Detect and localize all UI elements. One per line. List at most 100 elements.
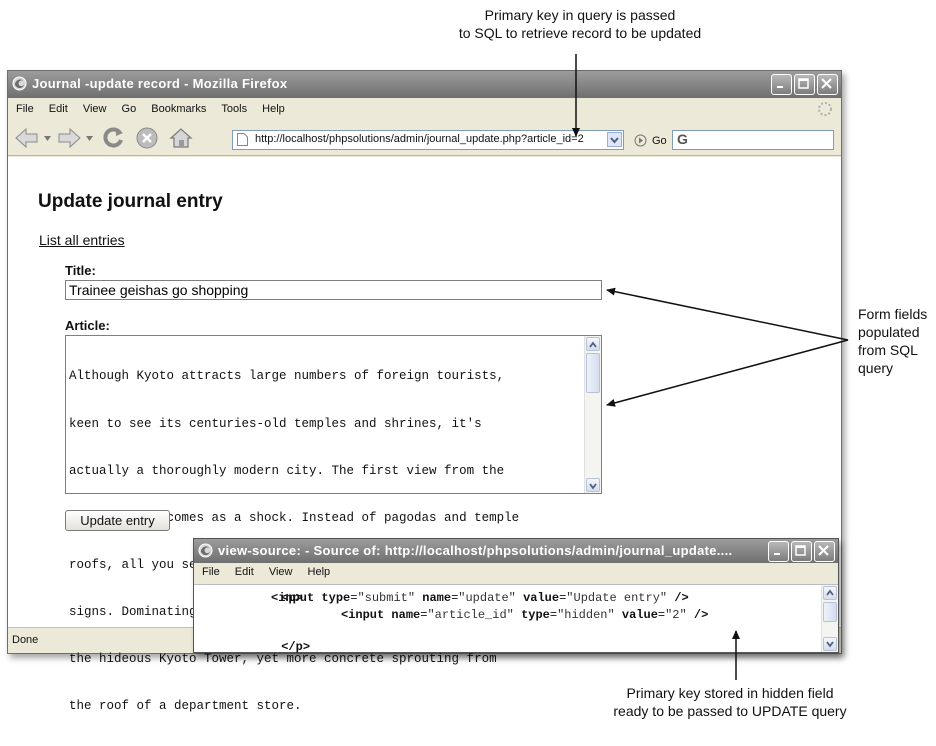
code-value: "update" — [458, 591, 516, 605]
code-attr: value — [523, 591, 560, 605]
title-label: Title: — [65, 263, 96, 278]
code-tag: /> — [674, 591, 689, 605]
maximize-button[interactable] — [794, 74, 815, 95]
menu-help[interactable]: Help — [262, 103, 285, 115]
search-box[interactable]: G — [672, 130, 834, 150]
chevron-down-icon — [826, 641, 834, 648]
update-entry-button[interactable]: Update entry — [65, 510, 170, 531]
chevron-down-icon — [610, 137, 619, 144]
search-engine-icon[interactable]: G — [677, 131, 688, 147]
minimize-button[interactable] — [768, 541, 789, 562]
firefox-logo-icon — [12, 76, 27, 91]
menu-file[interactable]: File — [202, 566, 220, 578]
article-line: Although Kyoto attracts large numbers of… — [69, 369, 505, 384]
code-value: "hidden" — [557, 608, 615, 622]
scroll-up-button[interactable] — [586, 337, 600, 351]
menu-bookmarks[interactable]: Bookmarks — [151, 103, 206, 115]
annotation-form-fields: Form fields populated from SQL query — [858, 305, 936, 377]
maximize-icon — [798, 78, 809, 89]
code-tag: <input — [341, 608, 385, 622]
article-textarea[interactable]: Although Kyoto attracts large numbers of… — [65, 335, 602, 713]
title-bar[interactable]: Journal -update record - Mozilla Firefox — [8, 71, 841, 98]
title-input[interactable] — [65, 280, 602, 300]
maximize-button[interactable] — [791, 541, 812, 562]
code-line-submit: <input type="submit" name="update" value… — [271, 591, 689, 605]
annotation-hidden-field: Primary key stored in hidden field ready… — [570, 684, 890, 720]
home-icon[interactable] — [168, 125, 194, 151]
code-tag: /> — [693, 608, 709, 622]
code-value: "submit" — [357, 591, 416, 605]
source-title-bar[interactable]: view-source: - Source of: http://localho… — [194, 539, 838, 563]
maximize-icon — [795, 545, 806, 556]
scroll-thumb[interactable] — [823, 602, 837, 622]
code-line-hidden: <input name="article_id" type="hidden" v… — [341, 608, 709, 622]
code-attr: type — [321, 591, 351, 605]
source-scrollbar[interactable] — [821, 585, 838, 652]
reload-icon[interactable] — [100, 125, 126, 151]
source-code-view: <p> <input type="submit" name="update" v… — [194, 584, 838, 654]
article-line: the roof of a department store. — [69, 699, 302, 714]
chevron-up-icon — [589, 341, 597, 348]
throbber-icon — [818, 102, 832, 116]
code-value: "2" — [665, 608, 687, 622]
article-line: the hideous Kyoto Tower, yet more concre… — [69, 652, 497, 667]
annotation-line: from SQL — [858, 342, 918, 358]
window-title: Journal -update record - Mozilla Firefox — [32, 76, 288, 91]
firefox-logo-icon — [198, 543, 213, 558]
annotation-query-key: Primary key in query is passed to SQL to… — [380, 6, 780, 42]
navigation-toolbar: http://localhost/phpsolutions/admin/jour… — [8, 121, 841, 156]
annotation-line: query — [858, 360, 894, 376]
code-line: </p> — [238, 625, 310, 670]
scroll-down-button[interactable] — [586, 478, 600, 492]
minimize-icon — [774, 553, 780, 555]
page-icon — [237, 133, 248, 146]
close-button[interactable] — [814, 541, 835, 562]
stop-icon[interactable] — [134, 125, 160, 151]
minimize-button[interactable] — [771, 74, 792, 95]
chevron-up-icon — [826, 589, 834, 596]
code-attr: value — [621, 608, 658, 622]
go-arrow-icon[interactable] — [634, 134, 647, 147]
scroll-thumb[interactable] — [586, 353, 600, 393]
close-button[interactable] — [817, 74, 838, 95]
annotation-line: Primary key stored in hidden field — [626, 685, 834, 701]
url-text: http://localhost/phpsolutions/admin/jour… — [255, 133, 584, 145]
annotation-line: to SQL to retrieve record to be updated — [458, 25, 702, 41]
code-attr: name — [422, 591, 452, 605]
window-controls — [771, 74, 838, 95]
annotation-line: ready to be passed to UPDATE query — [613, 703, 847, 719]
textarea-scrollbar[interactable] — [584, 336, 601, 493]
menu-bar: File Edit View Go Bookmarks Tools Help — [8, 99, 841, 119]
article-line: actually a thoroughly modern city. The f… — [69, 463, 505, 478]
menu-file[interactable]: File — [16, 103, 34, 115]
forward-dropdown-icon[interactable] — [86, 135, 93, 142]
menu-go[interactable]: Go — [122, 103, 137, 115]
article-line: keen to see its centuries-old temples an… — [69, 416, 482, 431]
menu-view[interactable]: View — [83, 103, 107, 115]
annotation-line: Form fields — [858, 306, 928, 322]
back-dropdown-icon[interactable] — [44, 135, 51, 142]
code-tag: <input — [271, 591, 315, 605]
page-title: Update journal entry — [38, 191, 223, 212]
annotation-line: populated — [858, 324, 920, 340]
close-icon — [818, 545, 829, 556]
code-value: "Update entry" — [566, 591, 668, 605]
code-tag: </p> — [281, 640, 311, 654]
status-text: Done — [12, 634, 39, 646]
view-source-window: view-source: - Source of: http://localho… — [193, 538, 839, 654]
go-button[interactable]: Go — [652, 135, 667, 147]
code-attr: type — [521, 608, 550, 622]
scroll-up-button[interactable] — [823, 586, 837, 600]
list-entries-link[interactable]: List all entries — [39, 232, 125, 248]
menu-tools[interactable]: Tools — [221, 103, 247, 115]
menu-edit[interactable]: Edit — [49, 103, 68, 115]
back-arrow-icon[interactable] — [14, 125, 40, 151]
address-bar[interactable]: http://localhost/phpsolutions/admin/jour… — [232, 130, 624, 150]
scroll-down-button[interactable] — [823, 637, 837, 651]
code-attr: name — [391, 608, 421, 622]
url-dropdown-button[interactable] — [607, 132, 622, 147]
article-label: Article: — [65, 318, 110, 333]
annotation-line: Primary key in query is passed — [484, 7, 676, 23]
menu-help[interactable]: Help — [308, 566, 331, 578]
forward-arrow-icon[interactable] — [56, 125, 82, 151]
